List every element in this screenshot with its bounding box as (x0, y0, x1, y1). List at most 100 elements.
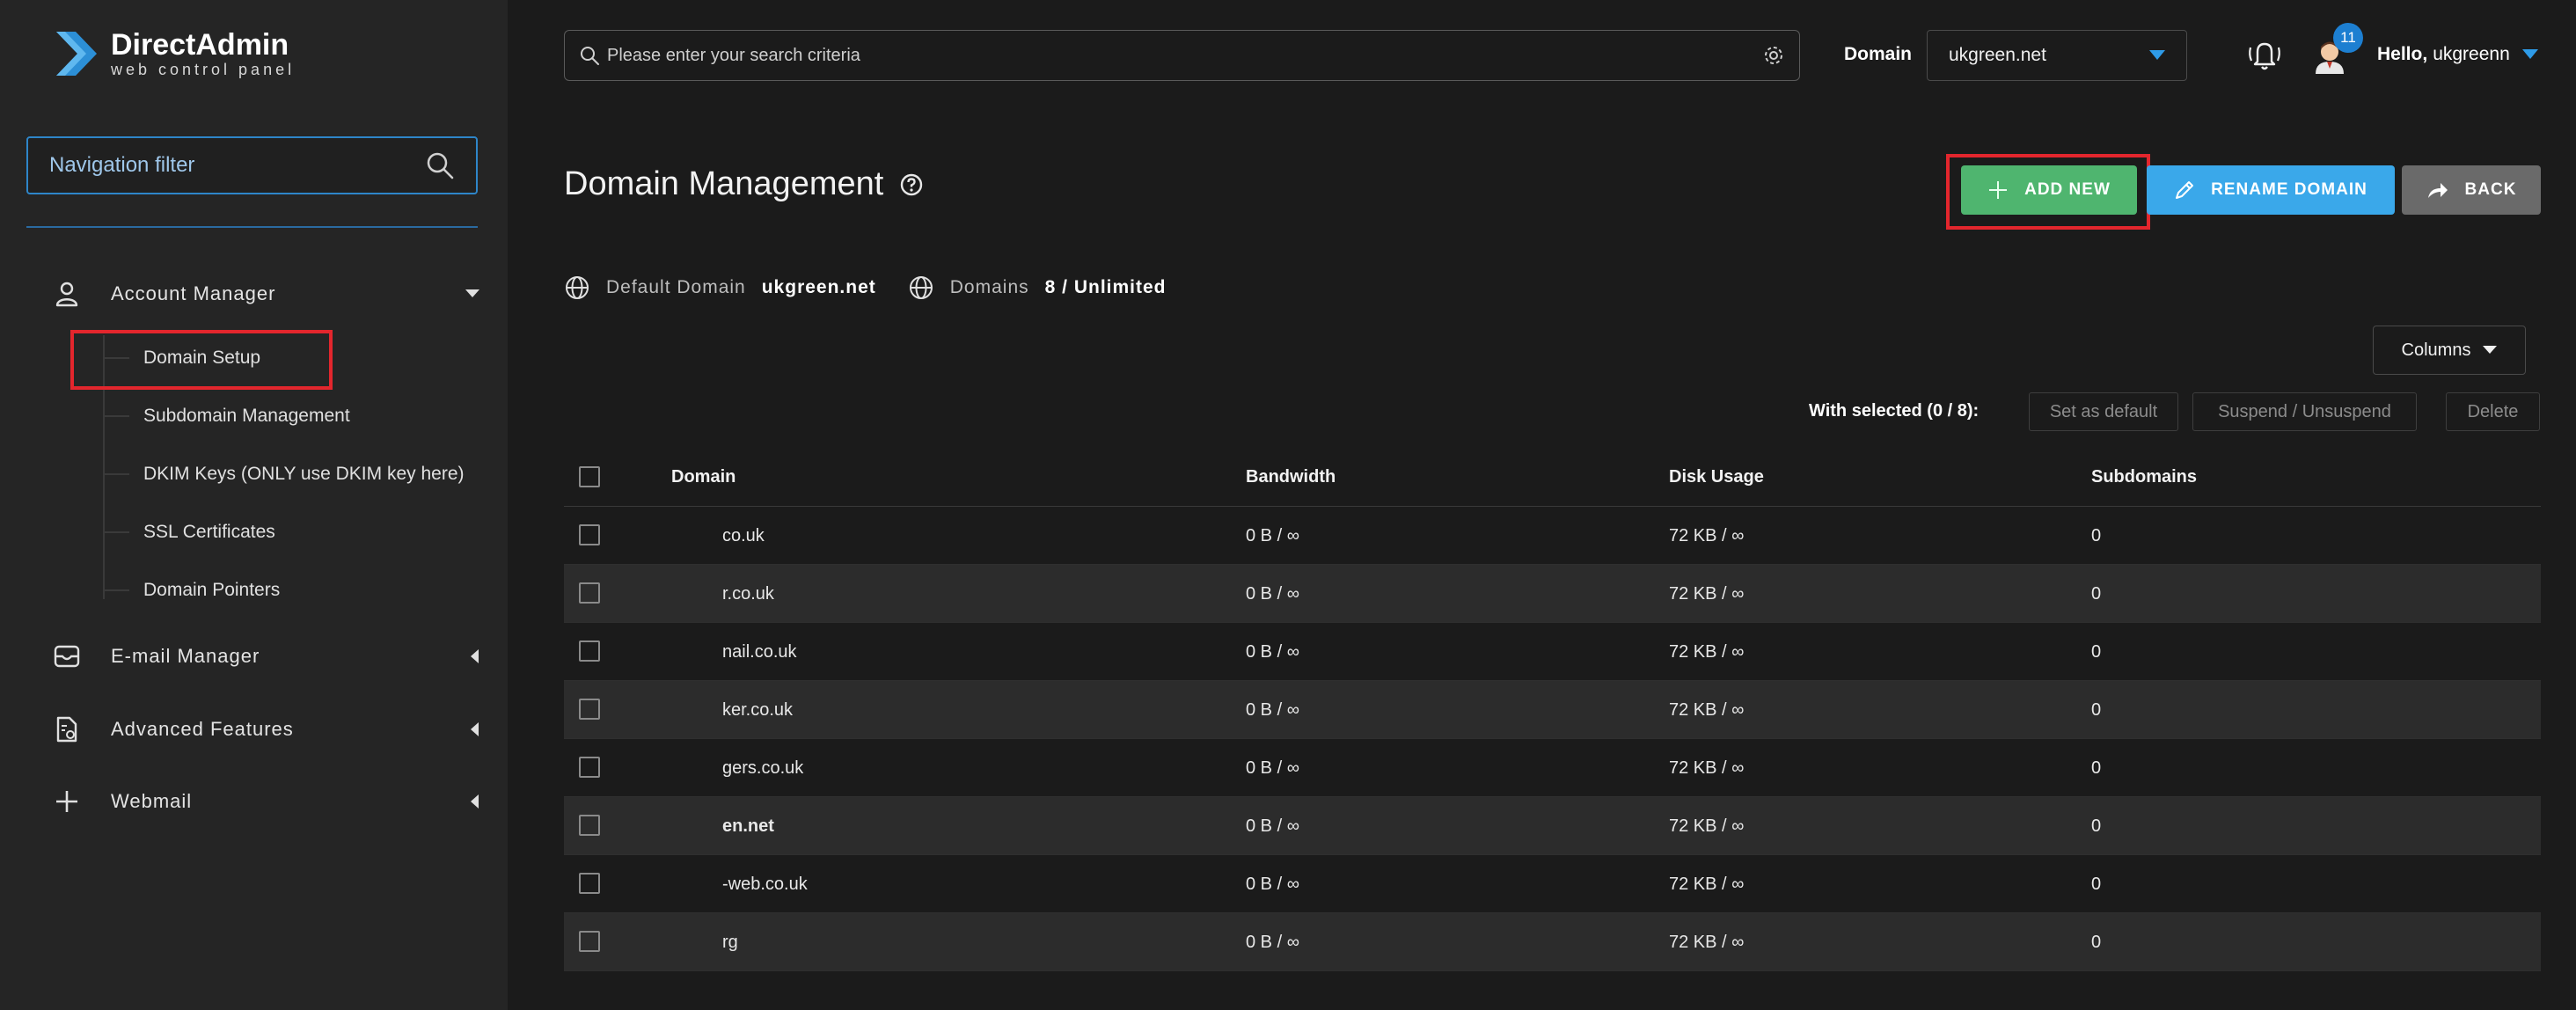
table-row[interactable]: rg 0 B / ∞ 72 KB / ∞ 0 (564, 913, 2541, 971)
domain-cell[interactable]: en.net (722, 797, 774, 855)
domain-setup-highlight (70, 330, 333, 390)
domain-cell[interactable]: co.uk (722, 507, 765, 565)
sidebar-section-account-manager[interactable]: Account Manager (0, 272, 508, 316)
logo-name: DirectAdmin (111, 28, 289, 62)
page-title: Domain Management (564, 165, 924, 203)
user-menu[interactable]: Hello, ukgreenn (2377, 44, 2538, 65)
row-checkbox[interactable] (579, 582, 600, 604)
row-checkbox[interactable] (579, 757, 600, 778)
table-row[interactable]: en.net 0 B / ∞ 72 KB / ∞ 0 (564, 797, 2541, 855)
table-header: Domain Bandwidth Disk Usage Subdomains (564, 449, 2541, 507)
help-icon[interactable] (899, 172, 924, 197)
chevron-down-icon (2521, 49, 2538, 59)
caret-down-icon (465, 289, 479, 297)
sidebar-section-label: Advanced Features (111, 718, 294, 740)
sidebar-item-label: Subdomain Management (143, 406, 350, 426)
search-icon[interactable] (425, 150, 455, 180)
domain-cell[interactable]: -web.co.uk (722, 855, 808, 913)
caret-left-icon (471, 722, 479, 736)
disk-usage-cell: 72 KB / ∞ (1669, 699, 1745, 720)
domains-count-value: 8 / Unlimited (1044, 277, 1167, 297)
columns-button[interactable]: Columns (2373, 326, 2526, 375)
sidebar-item-subdomain-management[interactable]: Subdomain Management (103, 396, 350, 436)
suspend-unsuspend-button[interactable]: Suspend / Unsuspend (2192, 392, 2417, 431)
row-checkbox[interactable] (579, 815, 600, 836)
navigation-filter-input[interactable] (49, 153, 425, 178)
select-all-checkbox[interactable] (579, 466, 600, 487)
sidebar-section-email-manager[interactable]: E-mail Manager (0, 634, 508, 678)
disk-usage-cell: 72 KB / ∞ (1669, 758, 1745, 778)
default-domain-value: ukgreen.net (761, 277, 876, 297)
sidebar-item-ssl-certificates[interactable]: SSL Certificates (103, 512, 275, 553)
hello-prefix: Hello, (2377, 44, 2428, 64)
globe-icon (566, 276, 589, 299)
sidebar: DirectAdmin web control panel Account Ma… (0, 0, 508, 1010)
subdomains-cell: 0 (2091, 525, 2102, 545)
disk-usage-cell: 72 KB / ∞ (1669, 525, 1745, 545)
sidebar-section-advanced-features[interactable]: Advanced Features (0, 707, 508, 751)
table-row[interactable]: ker.co.uk 0 B / ∞ 72 KB / ∞ 0 (564, 681, 2541, 739)
set-as-default-button[interactable]: Set as default (2029, 392, 2178, 431)
sidebar-section-label: E-mail Manager (111, 645, 260, 667)
search-input[interactable] (607, 45, 1762, 66)
header-bandwidth[interactable]: Bandwidth (1246, 467, 1336, 487)
table-row[interactable]: gers.co.uk 0 B / ∞ 72 KB / ∞ 0 (564, 739, 2541, 797)
sidebar-item-domain-pointers[interactable]: Domain Pointers (103, 570, 280, 611)
with-selected-label: With selected (0 / 8): (1809, 401, 1980, 421)
row-checkbox[interactable] (579, 699, 600, 720)
header-domain[interactable]: Domain (671, 467, 735, 487)
header-subdomains[interactable]: Subdomains (2091, 467, 2197, 487)
table-body: co.uk 0 B / ∞ 72 KB / ∞ 0 r.co.uk 0 B / ∞ 72 K… (564, 507, 2541, 971)
table-row[interactable]: nail.co.uk 0 B / ∞ 72 KB / ∞ 0 (564, 623, 2541, 681)
table-row[interactable]: r.co.uk 0 B / ∞ 72 KB / ∞ 0 (564, 565, 2541, 623)
advanced-file-icon (56, 716, 77, 743)
sidebar-section-label: Account Manager (111, 282, 276, 304)
chevron-down-icon (2149, 50, 2165, 60)
rename-domain-button[interactable]: RENAME DOMAIN (2147, 165, 2395, 215)
logo[interactable]: DirectAdmin web control panel (53, 25, 295, 83)
delete-button[interactable]: Delete (2446, 392, 2540, 431)
notification-bell-icon[interactable] (2245, 35, 2284, 74)
domain-cell[interactable]: nail.co.uk (722, 623, 797, 681)
subdomains-cell: 0 (2091, 583, 2102, 604)
bandwidth-cell: 0 B / ∞ (1246, 932, 1299, 952)
bandwidth-cell: 0 B / ∞ (1246, 816, 1299, 836)
domain-info-row: Default Domain ukgreen.net Domains 8 / U… (564, 274, 1198, 301)
domain-cell[interactable]: rg (722, 913, 738, 971)
subdomains-cell: 0 (2091, 874, 2102, 894)
logo-tagline: web control panel (111, 61, 296, 78)
back-arrow-icon (2427, 183, 2448, 198)
sidebar-section-label: Webmail (111, 790, 193, 812)
directadmin-logo-icon (56, 32, 97, 76)
page-title-text: Domain Management (564, 165, 884, 202)
domain-cell[interactable]: gers.co.uk (722, 739, 803, 797)
mail-icon (54, 645, 80, 668)
caret-left-icon (471, 649, 479, 663)
sidebar-item-dkim-keys[interactable]: DKIM Keys (ONLY use DKIM key here) (103, 454, 465, 494)
globe-icon (909, 276, 933, 299)
domains-table: Domain Bandwidth Disk Usage Subdomains c… (564, 449, 2541, 971)
domain-select[interactable]: ukgreen.net (1927, 30, 2187, 81)
subdomains-cell: 0 (2091, 816, 2102, 836)
domain-cell[interactable]: r.co.uk (722, 565, 774, 623)
gear-icon[interactable] (1762, 44, 1785, 67)
submenu-tick (103, 589, 129, 591)
domain-cell[interactable]: ker.co.uk (722, 681, 793, 739)
sidebar-item-label: DKIM Keys (ONLY use DKIM key here) (143, 464, 465, 484)
disk-usage-cell: 72 KB / ∞ (1669, 932, 1745, 952)
bandwidth-cell: 0 B / ∞ (1246, 758, 1299, 778)
back-button[interactable]: BACK (2402, 165, 2541, 215)
disk-usage-cell: 72 KB / ∞ (1669, 583, 1745, 604)
row-checkbox[interactable] (579, 873, 600, 894)
table-row[interactable]: co.uk 0 B / ∞ 72 KB / ∞ 0 (564, 507, 2541, 565)
row-checkbox[interactable] (579, 524, 600, 545)
row-checkbox[interactable] (579, 640, 600, 662)
table-row[interactable]: -web.co.uk 0 B / ∞ 72 KB / ∞ 0 (564, 855, 2541, 913)
sidebar-section-webmail[interactable]: Webmail (0, 779, 508, 823)
username: ukgreenn (2433, 44, 2510, 64)
row-checkbox[interactable] (579, 931, 600, 952)
nav-divider (26, 226, 478, 228)
header-disk-usage[interactable]: Disk Usage (1669, 467, 1764, 487)
bandwidth-cell: 0 B / ∞ (1246, 641, 1299, 662)
chevron-down-icon (2483, 346, 2498, 354)
